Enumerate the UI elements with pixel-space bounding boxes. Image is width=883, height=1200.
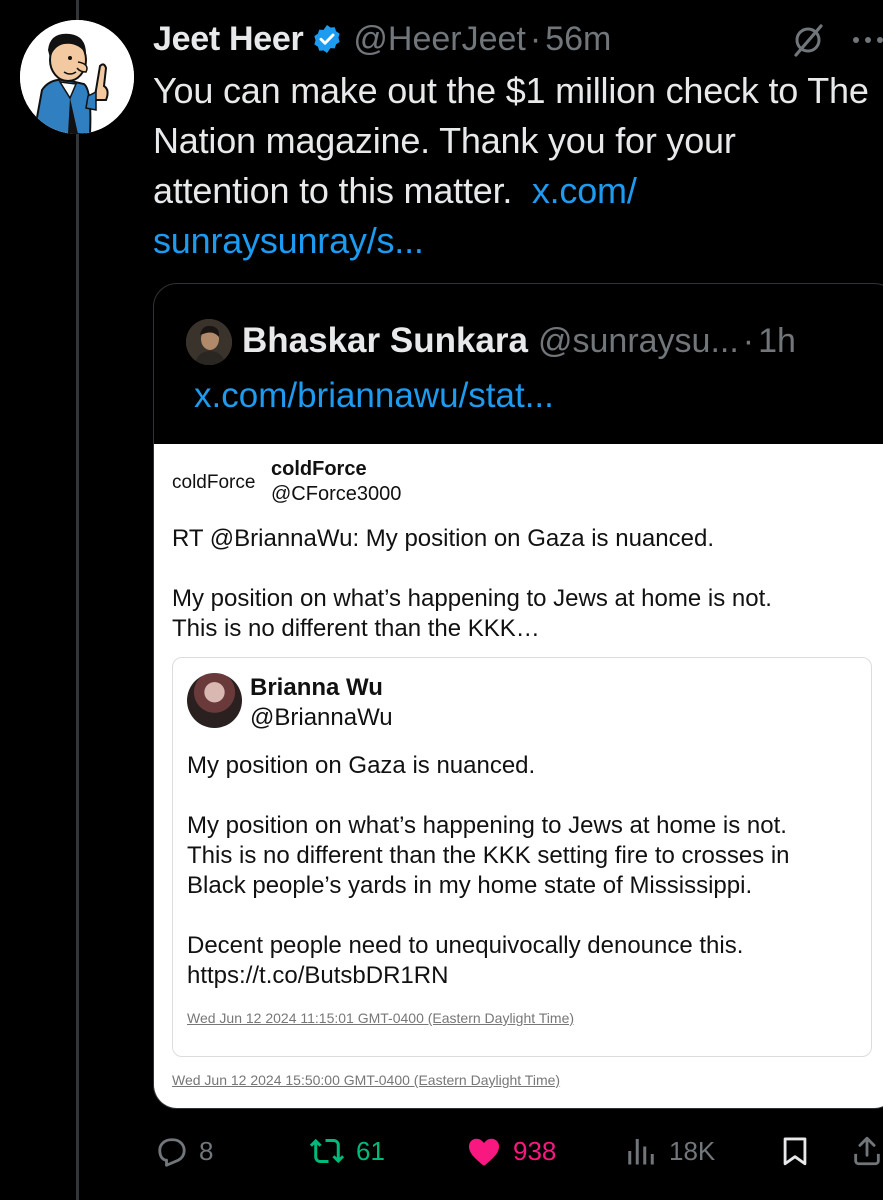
author-handle[interactable]: @HeerJeet	[353, 20, 525, 59]
quoted-avatar-image	[186, 319, 232, 365]
coldforce-name: coldForce	[271, 458, 367, 480]
reply-icon	[158, 1138, 186, 1167]
tweet-body: You can make out the $1 million check to…	[153, 66, 878, 266]
views-button[interactable]: 18K	[623, 1126, 715, 1176]
bookmark-icon	[783, 1137, 807, 1166]
coldforce-avatar-alt-text: coldForce	[172, 472, 256, 493]
quoted-timestamp[interactable]: 1h	[758, 322, 796, 361]
caricature-avatar-image	[20, 20, 134, 134]
brianna-quoted-card: Brianna Wu @BriannaWu My position on Gaz…	[172, 657, 872, 1057]
coldforce-tweet-date: Wed Jun 12 2024 15:50:00 GMT-0400 (Easte…	[172, 1072, 561, 1088]
quoted-tweet-header: Bhaskar Sunkara @sunraysu... · 1h	[242, 316, 796, 366]
quoted-handle[interactable]: @sunraysu...	[538, 322, 739, 361]
quoted-tweet-card[interactable]: Bhaskar Sunkara @sunraysu... · 1h x.com/…	[153, 283, 883, 1109]
share-icon	[854, 1136, 880, 1166]
retweet-icon	[309, 1138, 345, 1164]
brianna-tweet-date: Wed Jun 12 2024 11:15:01 GMT-0400 (Easte…	[187, 1010, 575, 1026]
reply-button[interactable]: 8	[153, 1126, 213, 1176]
brianna-handle: @BriannaWu	[250, 704, 393, 731]
coldforce-handle: @CForce3000	[271, 483, 402, 505]
more-icon[interactable]	[848, 22, 883, 58]
separator-dot: ·	[529, 19, 542, 58]
bookmark-button[interactable]	[778, 1126, 812, 1176]
retweet-count: 61	[356, 1135, 385, 1166]
thread-line	[76, 0, 79, 1200]
tweet-text: You can make out the $1 million check to…	[153, 70, 869, 211]
brianna-avatar	[187, 673, 242, 728]
like-count: 938	[513, 1135, 557, 1166]
views-icon	[628, 1139, 654, 1165]
author-avatar[interactable]	[20, 20, 134, 134]
views-count: 18K	[669, 1135, 716, 1166]
grok-icon[interactable]	[790, 22, 826, 58]
author-display-name[interactable]: Jeet Heer	[153, 20, 304, 59]
coldforce-tweet-text: RT @BriannaWu: My position on Gaza is nu…	[172, 525, 772, 642]
brianna-name: Brianna Wu	[250, 674, 383, 701]
tweet-timestamp[interactable]: 56m	[545, 20, 611, 59]
reply-count: 8	[199, 1135, 214, 1166]
verified-badge-icon[interactable]	[311, 23, 343, 55]
tweet-header: Jeet Heer @HeerJeet · 56m	[153, 16, 883, 62]
tweet-action-bar: 8 61 938 18K	[153, 1126, 883, 1176]
retweet-button[interactable]: 61	[308, 1126, 385, 1176]
heart-icon	[469, 1138, 499, 1166]
like-button[interactable]: 938	[465, 1126, 556, 1176]
quoted-author-avatar[interactable]	[186, 319, 232, 365]
brianna-tweet-text: My position on Gaza is nuanced. My posit…	[187, 752, 790, 989]
embedded-screenshot-image[interactable]: coldForce coldForce @CForce3000 RT @Bria…	[154, 444, 883, 1108]
quoted-tweet-link[interactable]: x.com/briannawu/stat...	[194, 376, 554, 416]
quoted-display-name[interactable]: Bhaskar Sunkara	[242, 321, 528, 361]
share-button[interactable]	[850, 1126, 883, 1176]
quoted-separator-dot: ·	[742, 321, 755, 360]
